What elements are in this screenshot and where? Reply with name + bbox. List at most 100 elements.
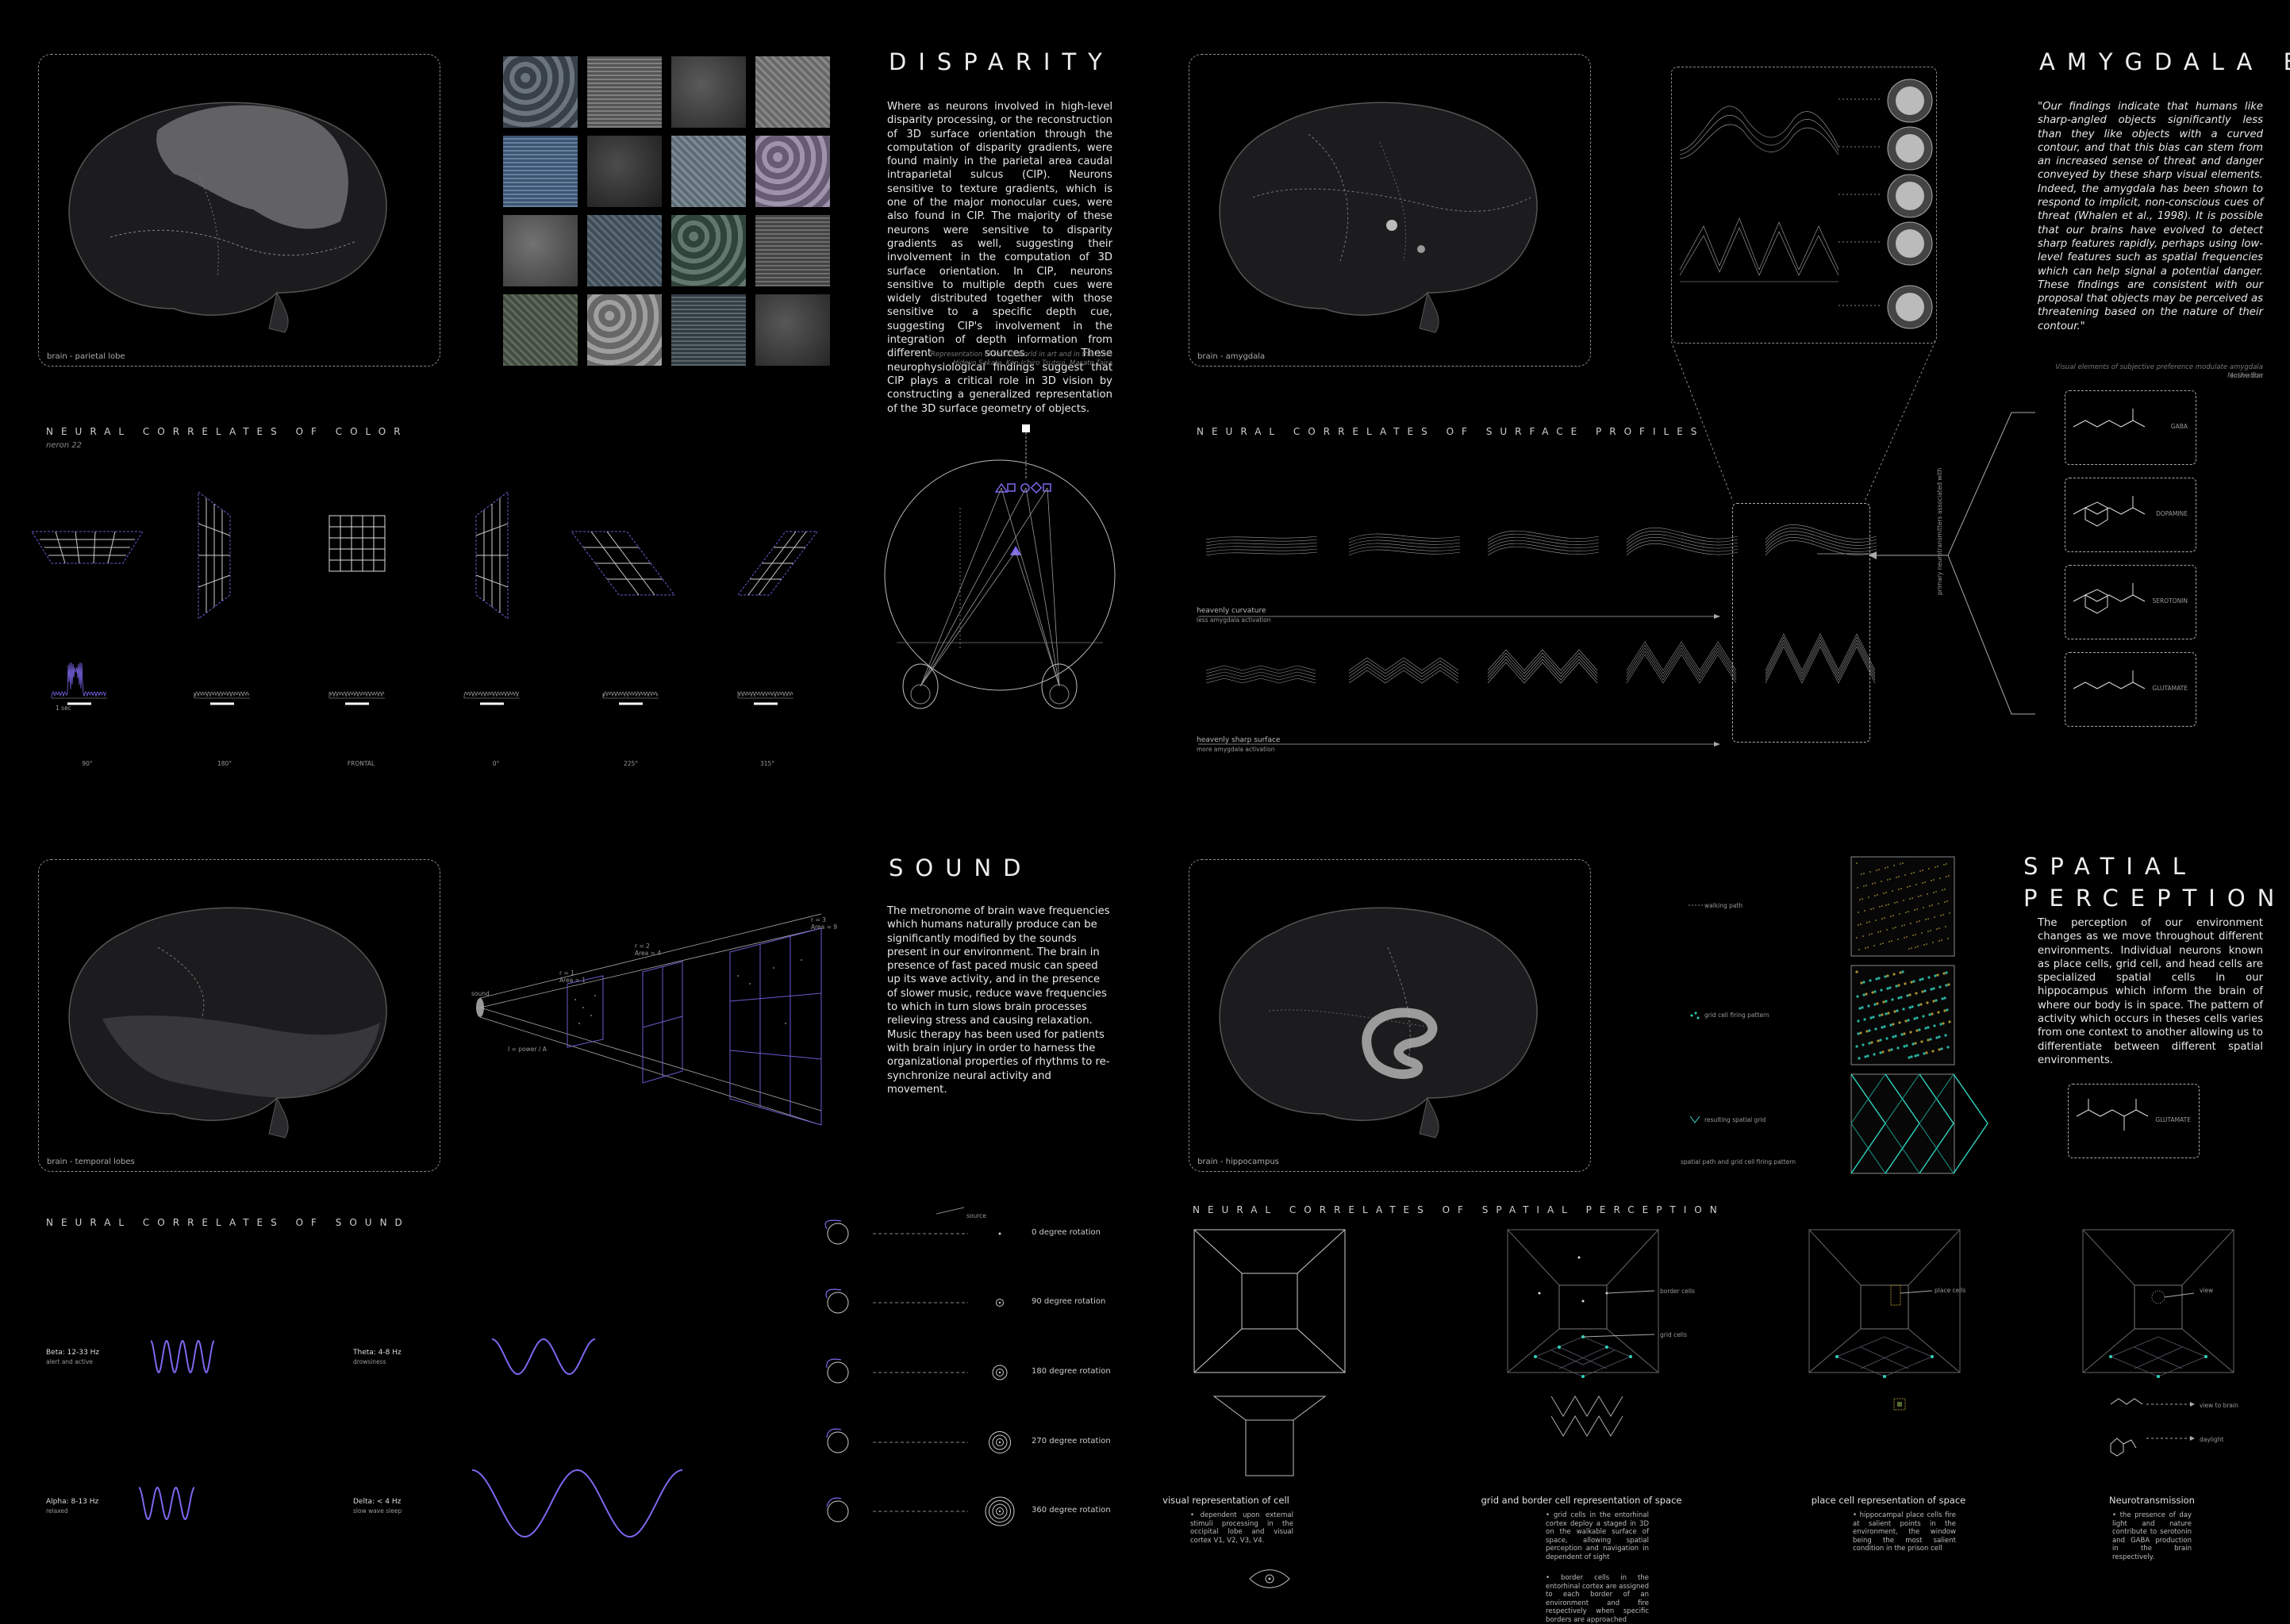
wave-name: Theta: 4-8 Hz — [353, 1349, 402, 1357]
row2-sub: more amygdala activation — [1197, 746, 1275, 753]
brain-wave-trace — [138, 1486, 195, 1521]
amygdala-title: AMYGDALA BIAS — [2039, 48, 2290, 75]
molecule-structure — [2073, 670, 2146, 689]
curved-surface — [1487, 530, 1600, 556]
angle-label: 90° — [82, 760, 93, 767]
angle-label: 225° — [623, 760, 639, 767]
column-title: visual representation of cell — [1162, 1495, 1289, 1506]
brain-panel-amygdala: brain - amygdala — [1189, 54, 1591, 367]
texture-tile — [587, 215, 662, 286]
place-cell-window-icon — [1893, 1398, 1906, 1411]
grid-cell-panel — [1850, 1073, 1988, 1174]
spike-scale-label: 1 sec — [56, 705, 71, 712]
column-title: place cell representation of space — [1811, 1495, 1966, 1506]
rotation-label: 90 degree rotation — [1032, 1297, 1106, 1306]
rotation-label: 270 degree rotation — [1032, 1437, 1111, 1445]
frame-label-2: r = 2 Area = 4 — [635, 943, 662, 957]
texture-tile — [587, 136, 662, 207]
angle-label: 0° — [492, 760, 500, 767]
texture-tile — [671, 294, 746, 366]
brain-illustration — [68, 102, 387, 333]
row1-sub: less amygdala activation — [1197, 616, 1271, 624]
molecule-box: GLUTAMATE — [2065, 652, 2196, 727]
glutamate-box: GLUTAMATE — [2068, 1084, 2200, 1158]
wave-desc: slow wave sleep — [353, 1507, 402, 1515]
rotation-label: 0 degree rotation — [1032, 1228, 1101, 1237]
molecule-structure — [2073, 496, 2146, 527]
row2-label: heavenly sharp surface — [1197, 736, 1281, 744]
selected-surface-box — [1732, 503, 1870, 743]
molecule-box: SEROTONIN — [2065, 565, 2196, 639]
legend-caption: spatial path and grid cell firing patter… — [1681, 1158, 1796, 1165]
brain-caption: brain - hippocampus — [1197, 1158, 1279, 1166]
molecule-name: SEROTONIN — [2152, 597, 2188, 605]
legend-label: walking path — [1704, 902, 1743, 909]
border-cells-label: border cells — [1660, 1288, 1695, 1295]
sharp-surface — [1626, 641, 1737, 684]
inverse-square-diagram — [476, 913, 822, 1126]
rotation-row — [826, 1358, 1008, 1384]
grid-cell-panel — [1850, 856, 1955, 957]
fixation-point — [1022, 424, 1030, 432]
texture-tile — [755, 136, 830, 207]
grid-cell-panels — [1850, 856, 1988, 1174]
texture-grid — [503, 56, 833, 366]
molecule-structure — [2073, 583, 2146, 614]
brain-panel-parietal: brain - parietal lobe — [38, 54, 440, 367]
brain-caption: brain - parietal lobe — [47, 352, 125, 361]
disparity-body: Where as neurons involved in high-level … — [887, 101, 1112, 415]
angle-label: 315° — [759, 760, 775, 767]
brain-illustration — [68, 907, 387, 1138]
molecule-bracket — [1869, 412, 2035, 715]
disparity-eye-diagram — [884, 424, 1116, 709]
texture-tile — [755, 56, 830, 128]
column-bullet: • dependent upon external stimuli proces… — [1190, 1511, 1293, 1545]
wave-desc: relaxed — [46, 1507, 68, 1515]
sound-body: The metronome of brain wave frequencies … — [887, 905, 1110, 1096]
column-title: grid and border cell representation of s… — [1481, 1495, 1682, 1506]
color-section-title: NEURAL CORRELATES OF COLOR — [46, 426, 409, 437]
intensity-formula: I = power / A — [508, 1046, 547, 1053]
surface-and-mri — [1679, 79, 1933, 329]
legend-label: grid cell firing pattern — [1704, 1012, 1769, 1019]
molecule-box: DOPAMINE — [2065, 478, 2196, 552]
wave-name: Alpha: 8-13 Hz — [46, 1498, 99, 1506]
cell-perspective-2 — [1507, 1229, 1659, 1437]
rotation-diagrams — [824, 1207, 1015, 1526]
sharp-surface — [1487, 649, 1598, 684]
brain-caption: brain - temporal lobes — [47, 1158, 135, 1166]
frame-label-3: r = 3 Area = 9 — [811, 916, 838, 931]
eye-icon — [1249, 1569, 1290, 1588]
angle-labels: 90° 180° FRONTAL 0° 225° 315° — [0, 760, 833, 776]
spatial-title-line1: SPATIAL — [2023, 853, 2197, 880]
spatial-legend: walking path grid cell firing pattern resu… — [1704, 902, 1800, 1124]
disparity-source-2: Hideyo Sakata, Ken-Ichiro Tsutsui, Masat… — [952, 359, 1112, 367]
row1-label: heavenly curvature — [1197, 607, 1266, 615]
spatial-section-title: NEURAL CORRELATES OF SPATIAL PERCEPTION — [1193, 1204, 1725, 1215]
molecule-list: GABA DOPAMINE SEROTONIN GLUTAMATE — [2065, 390, 2200, 727]
spike-histogram — [602, 691, 659, 705]
texture-tile — [587, 56, 662, 128]
spike-histograms — [51, 662, 793, 705]
curved-surface — [1205, 536, 1318, 556]
column-bullet: • hippocampal place cells fire at salien… — [1853, 1511, 1956, 1553]
legend-label: resulting spatial grid — [1704, 1116, 1766, 1123]
texture-tile — [503, 294, 578, 366]
rotation-label: 360 degree rotation — [1032, 1506, 1111, 1515]
spike-histogram — [463, 691, 520, 705]
surface-section-title: NEURAL CORRELATES OF SURFACE PROFILES — [1197, 426, 1705, 437]
texture-tile — [671, 56, 746, 128]
brain-caption: brain - amygdala — [1197, 352, 1266, 361]
disparity-title: DISPARITY — [889, 48, 1114, 75]
molecule-box: GABA — [2065, 390, 2196, 465]
daylight-label: daylight — [2200, 1436, 2224, 1443]
column-bullet: • the presence of day light and nature c… — [2112, 1511, 2192, 1561]
amygdala-quote: "Our findings indicate that humans like … — [2038, 101, 2263, 332]
sharp-surface — [1205, 665, 1316, 684]
rotation-label: 180 degree rotation — [1032, 1367, 1111, 1376]
brain-wave-trace — [471, 1469, 683, 1538]
texture-tile — [671, 215, 746, 286]
sound-title: SOUND — [889, 854, 1033, 881]
curved-surface — [1626, 527, 1739, 556]
spike-histogram — [329, 691, 385, 705]
